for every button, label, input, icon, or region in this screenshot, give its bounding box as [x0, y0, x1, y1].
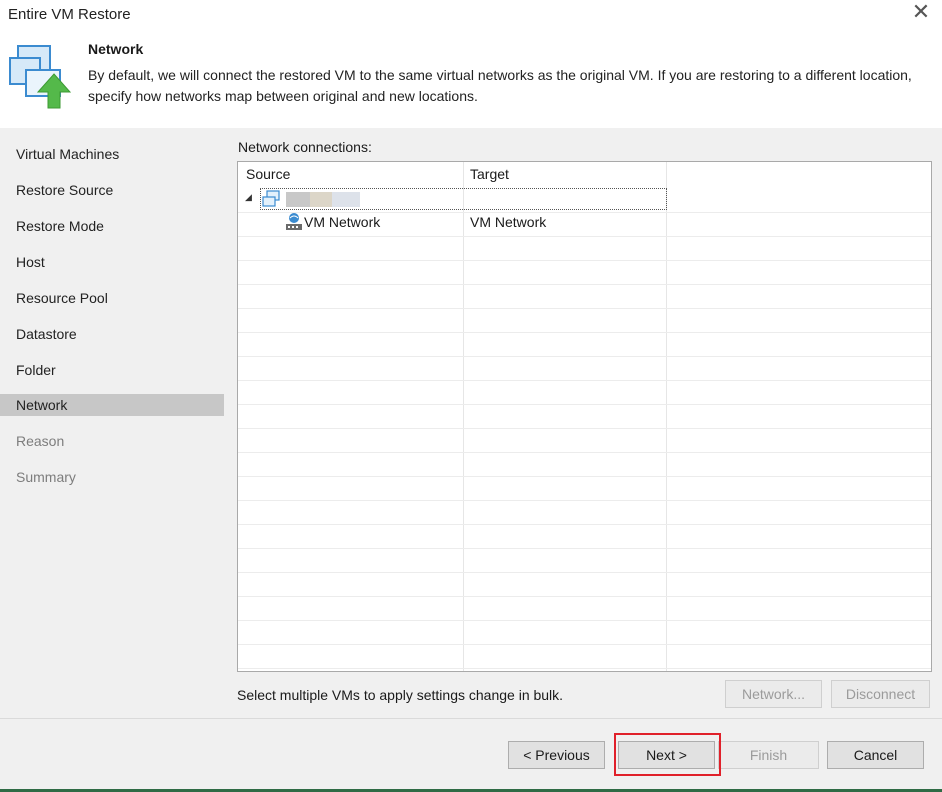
row-divider: [238, 212, 931, 213]
disconnect-button[interactable]: Disconnect: [831, 680, 930, 708]
row-divider: [238, 284, 931, 285]
column-header-source[interactable]: Source: [246, 166, 290, 182]
column-divider: [666, 162, 667, 671]
row-divider: [238, 452, 931, 453]
collapse-arrow-icon[interactable]: ◢: [245, 192, 252, 203]
sidebar-item-resource-pool[interactable]: Resource Pool: [0, 287, 224, 309]
row-divider: [238, 620, 931, 621]
row-divider: [238, 428, 931, 429]
cancel-button[interactable]: Cancel: [827, 741, 924, 769]
row-divider: [238, 380, 931, 381]
bulk-hint-text: Select multiple VMs to apply settings ch…: [237, 687, 564, 703]
window-title: Entire VM Restore: [8, 6, 131, 23]
main-panel: Network connections: Source Target ◢ VM …: [225, 128, 942, 718]
sidebar-item-virtual-machines[interactable]: Virtual Machines: [0, 143, 224, 165]
row-divider: [238, 500, 931, 501]
wizard-footer: < Previous Next > Finish Cancel: [0, 719, 942, 790]
row-divider: [238, 524, 931, 525]
row-divider: [238, 404, 931, 405]
sidebar-item-summary: Summary: [16, 469, 76, 485]
table-cell-source[interactable]: VM Network: [304, 214, 380, 230]
wizard-steps-sidebar: Virtual Machines Restore Source Restore …: [0, 128, 225, 718]
page-header: Network By default, we will connect the …: [0, 30, 942, 128]
row-divider: [238, 596, 931, 597]
page-description: By default, we will connect the restored…: [88, 67, 912, 104]
sidebar-item-reason: Reason: [16, 433, 65, 449]
sidebar-item-datastore[interactable]: Datastore: [0, 323, 224, 345]
row-divider: [238, 236, 931, 237]
redacted-hostname: [310, 192, 332, 207]
column-header-target[interactable]: Target: [470, 166, 509, 182]
redacted-hostname: [332, 192, 360, 207]
sidebar-item-host[interactable]: Host: [0, 251, 224, 273]
title-bar: Entire VM Restore ✕: [0, 0, 942, 30]
finish-button[interactable]: Finish: [718, 741, 819, 769]
close-icon[interactable]: ✕: [910, 2, 932, 25]
page-title: Network: [88, 41, 144, 57]
network-connections-label: Network connections:: [238, 139, 372, 155]
row-divider: [238, 332, 931, 333]
next-button-highlight: [614, 733, 721, 776]
sidebar-item-folder[interactable]: Folder: [0, 359, 224, 381]
network-connections-table[interactable]: Source Target ◢ VM Network VM Network: [237, 161, 932, 672]
vm-restore-icon: [9, 45, 72, 109]
table-cell-target[interactable]: VM Network: [470, 214, 546, 230]
network-button[interactable]: Network...: [725, 680, 822, 708]
row-divider: [238, 308, 931, 309]
vm-icon: [262, 190, 280, 207]
row-divider: [238, 548, 931, 549]
row-divider: [238, 476, 931, 477]
sidebar-item-restore-source[interactable]: Restore Source: [0, 179, 224, 201]
column-divider: [463, 162, 464, 671]
row-divider: [238, 572, 931, 573]
row-divider: [238, 260, 931, 261]
previous-button[interactable]: < Previous: [508, 741, 605, 769]
sidebar-item-restore-mode[interactable]: Restore Mode: [0, 215, 224, 237]
network-icon: [286, 213, 302, 230]
sidebar-item-network[interactable]: Network: [0, 394, 224, 416]
row-divider: [238, 644, 931, 645]
row-divider: [238, 668, 931, 669]
row-divider: [238, 356, 931, 357]
redacted-hostname: [286, 192, 310, 207]
